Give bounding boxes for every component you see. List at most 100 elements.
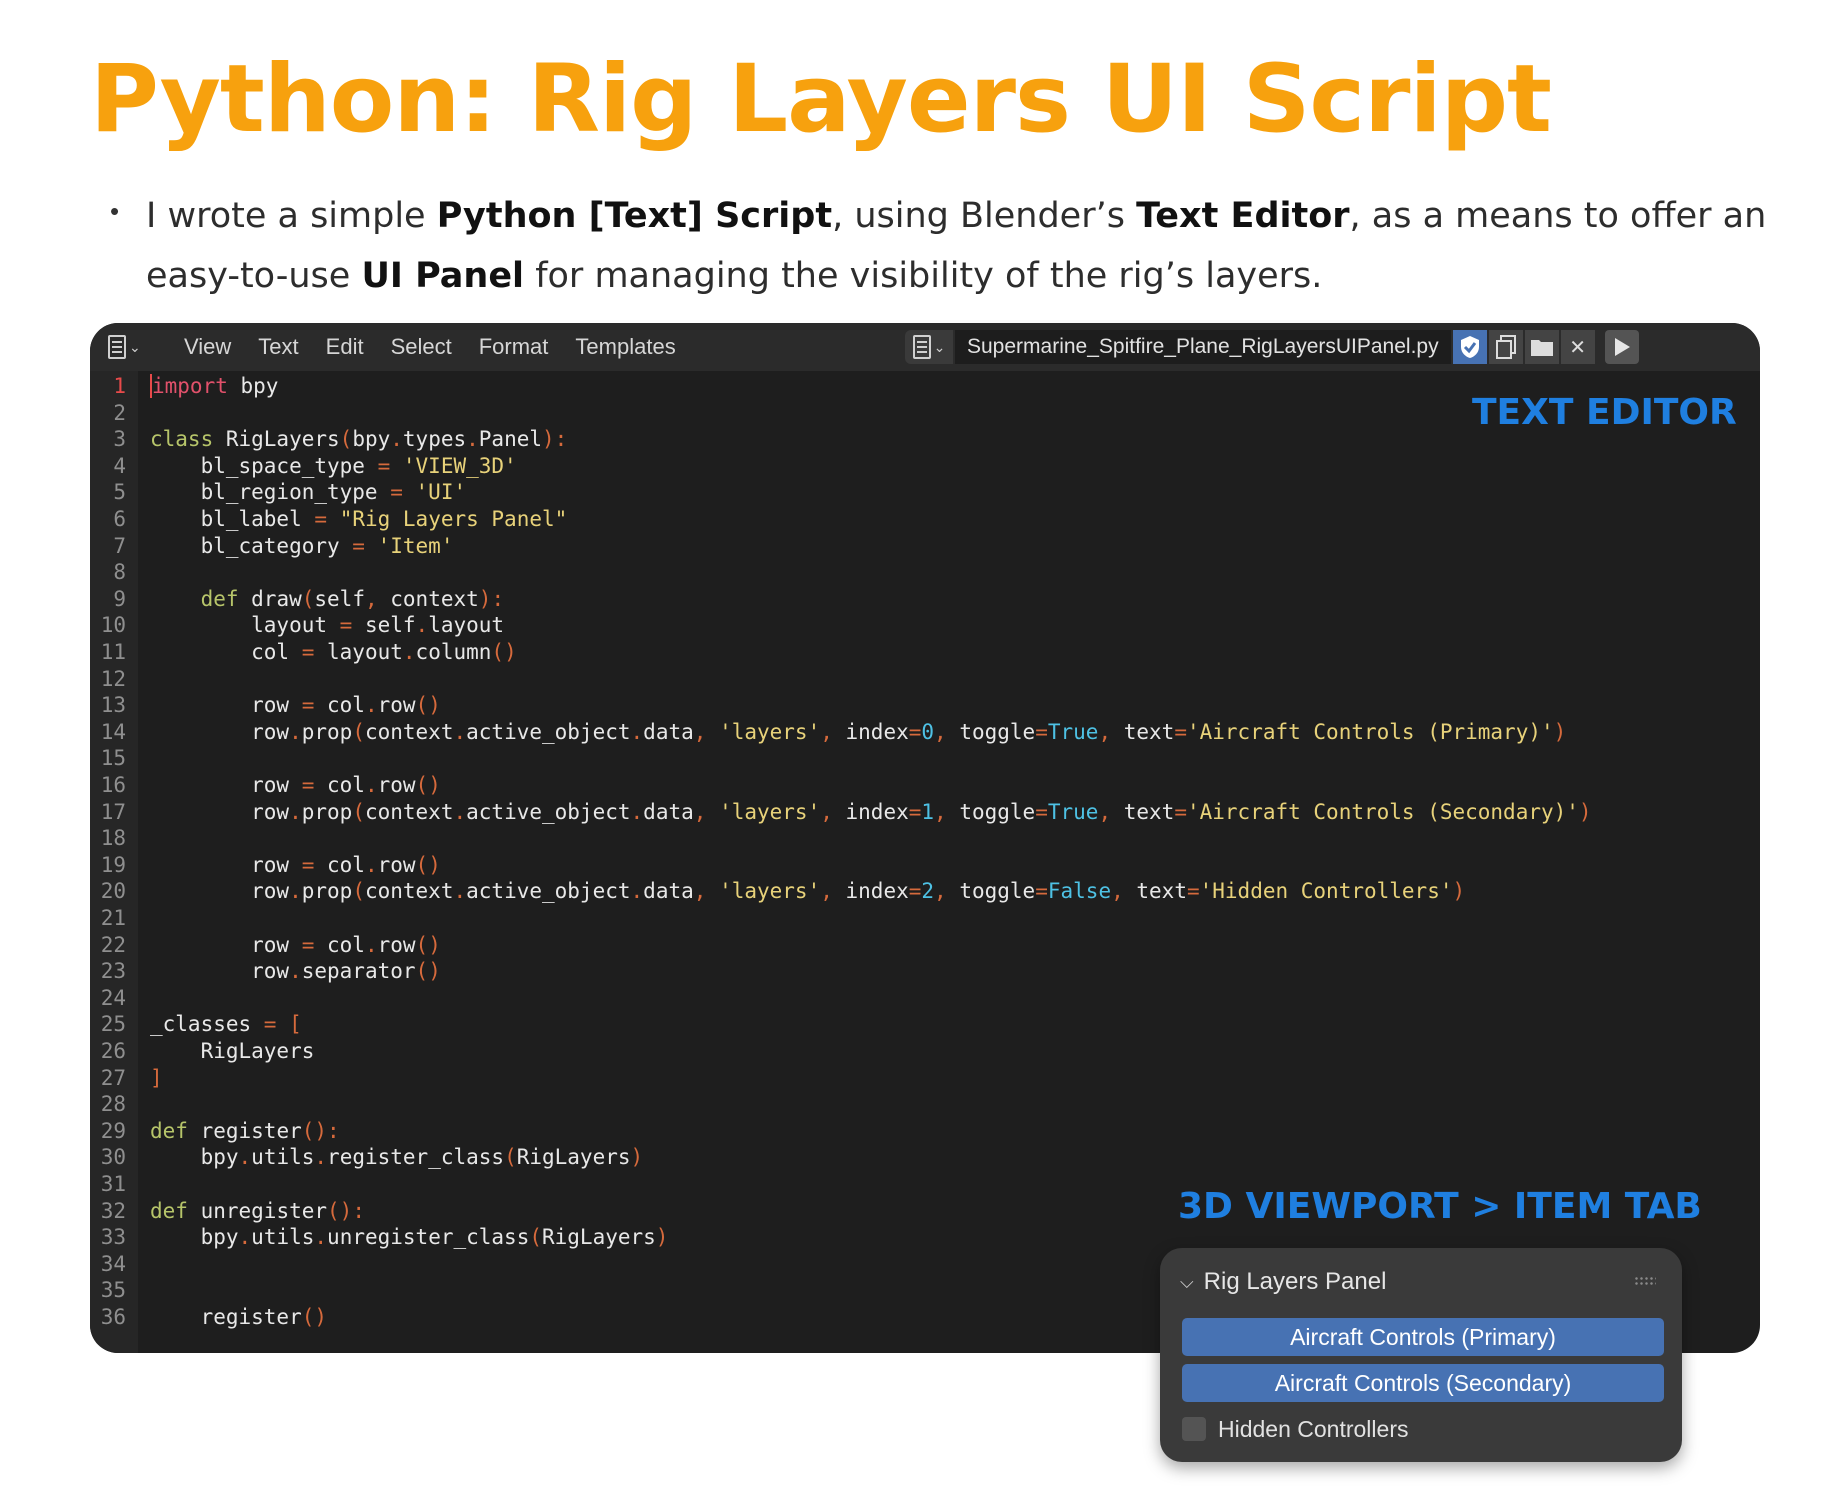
code-text: row.separator() [150, 959, 441, 984]
hidden-controllers-label: Hidden Controllers [1218, 1415, 1409, 1442]
code-text: RigLayers [150, 1039, 315, 1063]
line-number: 20 [100, 879, 126, 904]
panel-title: Rig Layers Panel [1203, 1268, 1387, 1295]
text-run: , using Blender’s [832, 196, 1137, 236]
open-text-button[interactable] [1524, 330, 1559, 364]
line-number: 4 [113, 453, 126, 478]
panel-header[interactable]: ⌵ Rig Layers Panel [1180, 1266, 1386, 1298]
line-number: 2 [113, 400, 126, 425]
filename-field[interactable]: Supermarine_Spitfire_Plane_RigLayersUIPa… [955, 330, 1451, 364]
line-number: 21 [100, 906, 126, 930]
aircraft-controls-primary-toggle[interactable]: Aircraft Controls (Primary) [1182, 1318, 1664, 1356]
code-text: row = col.row() [150, 693, 441, 718]
page-title: Python: Rig Layers UI Script [90, 45, 1552, 154]
run-script-icon [1614, 338, 1630, 356]
line-number: 34 [100, 1251, 126, 1276]
menu-select[interactable]: Select [391, 334, 452, 360]
code-text: row.prop(context.active_object.data, 'la… [150, 799, 1592, 824]
bold-run: Text Editor [1136, 196, 1350, 236]
unlink-text-button[interactable]: ✕ [1560, 330, 1595, 364]
code-text: import bpy [150, 374, 279, 398]
line-number: 9 [113, 586, 126, 611]
hidden-controllers-row[interactable]: Hidden Controllers [1182, 1412, 1408, 1446]
line-number: 33 [100, 1225, 126, 1250]
line-number: 29 [100, 1118, 126, 1143]
menu-edit[interactable]: Edit [326, 334, 364, 360]
rig-layers-panel: ⌵ Rig Layers Panel Aircraft Controls (Pr… [1160, 1248, 1682, 1462]
menu-text[interactable]: Text [258, 334, 298, 360]
code-text: bpy.utils.unregister_class(RigLayers) [150, 1225, 669, 1250]
line-number: 6 [113, 507, 126, 531]
chevron-down-icon: ⌄ [933, 338, 946, 355]
code-text: def draw(self, context): [200, 586, 505, 611]
text-run: I wrote a simple [146, 196, 437, 236]
line-number: 23 [100, 959, 126, 984]
folder-icon [1530, 340, 1553, 356]
code-text: bl_space_type = 'VIEW_3D' [150, 453, 517, 478]
bold-run: Python [Text] Script [436, 196, 833, 236]
line-number: 7 [113, 533, 126, 558]
line-number: 19 [100, 852, 126, 877]
editor-header: ⌄ View Text Edit Select Format Templates… [90, 323, 1760, 371]
line-number: 24 [100, 985, 126, 1010]
line-number: 22 [100, 932, 126, 957]
line-number: 31 [100, 1172, 126, 1196]
line-number: 28 [100, 1092, 126, 1117]
line-number: 30 [100, 1145, 126, 1170]
code-text: row.prop(context.active_object.data, 'la… [150, 719, 1567, 744]
line-number: 14 [100, 719, 126, 744]
line-number: 1 [113, 374, 126, 398]
line-number: 8 [113, 560, 126, 585]
line-number: 12 [100, 666, 126, 691]
code-text: class RigLayers(bpy.types.Panel): [150, 427, 568, 452]
line-number: 3 [113, 427, 126, 452]
code-text: bl_label = "Rig Layers Panel" [150, 507, 568, 531]
chevron-down-icon: ⌵ [1180, 1271, 1194, 1292]
hidden-controllers-checkbox[interactable] [1182, 1417, 1206, 1441]
copy-icon [1495, 335, 1516, 359]
chevron-down-icon: ⌄ [129, 338, 141, 355]
close-icon: ✕ [1569, 336, 1586, 359]
code-text: row.prop(context.active_object.data, 'la… [150, 879, 1466, 904]
line-number: 17 [100, 799, 126, 824]
code-text: ] [150, 1065, 163, 1090]
text-run: for managing the visibility of the rig’s… [524, 256, 1323, 296]
bullet-dot: • [110, 196, 120, 226]
code-text: def unregister(): [150, 1198, 365, 1223]
line-number: 18 [100, 826, 126, 851]
line-number: 26 [100, 1039, 126, 1063]
line-number: 36 [100, 1305, 126, 1329]
code-text: bpy.utils.register_class(RigLayers) [150, 1145, 644, 1170]
menu-format[interactable]: Format [479, 334, 549, 360]
text-editor-label: TEXT EDITOR [1472, 392, 1737, 433]
code-text: layout = self.layout [150, 613, 505, 638]
drag-handle-icon[interactable] [1634, 1276, 1656, 1286]
menu-view[interactable]: View [184, 334, 231, 360]
editor-type-dropdown[interactable]: ⌄ [108, 332, 152, 362]
browse-text-button[interactable]: ⌄ [905, 330, 953, 364]
line-number: 32 [100, 1198, 126, 1223]
menu-bar: View Text Edit Select Format Templates [184, 323, 703, 371]
text-file-icon [912, 335, 931, 359]
description-text: I wrote a simple Python [Text] Script, u… [146, 186, 1786, 306]
bold-run: UI Panel [361, 256, 525, 296]
aircraft-controls-secondary-toggle[interactable]: Aircraft Controls (Secondary) [1182, 1364, 1664, 1402]
text-editor-icon [108, 335, 126, 359]
run-script-button[interactable] [1604, 330, 1639, 364]
viewport-label: 3D VIEWPORT > ITEM TAB [1178, 1186, 1702, 1227]
line-number: 15 [100, 746, 126, 771]
fake-user-button[interactable] [1452, 330, 1487, 364]
code-text: row = col.row() [150, 852, 441, 877]
line-number: 5 [113, 480, 126, 505]
line-number: 25 [100, 1012, 126, 1037]
code-text: bl_category = 'Item' [150, 533, 454, 558]
line-number: 10 [100, 613, 126, 638]
new-text-button[interactable] [1488, 330, 1523, 364]
code-text: col = layout.column() [150, 640, 517, 664]
line-number: 35 [100, 1278, 126, 1303]
code-text: _classes = [ [150, 1012, 302, 1037]
shield-icon [1460, 336, 1479, 358]
code-text: row = col.row() [150, 773, 441, 797]
menu-templates[interactable]: Templates [575, 334, 675, 360]
code-text: def register(): [150, 1118, 340, 1143]
